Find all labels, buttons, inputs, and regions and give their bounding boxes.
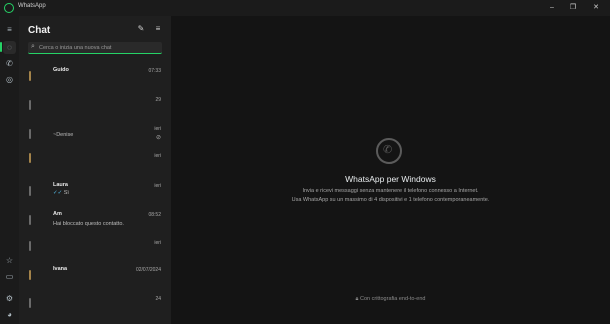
avatar bbox=[29, 186, 31, 196]
double-check-icon: ✓✓ bbox=[53, 190, 63, 196]
search-icon: ⌕ bbox=[31, 43, 35, 50]
welcome-panel: ✆ WhatsApp per Windows Invia e ricevi me… bbox=[171, 16, 610, 324]
welcome-line-2: Usa WhatsApp su un massimo di 4 disposit… bbox=[291, 197, 490, 203]
chat-time: ieri bbox=[154, 183, 161, 189]
chat-preview: Hai bloccato questo contatto. bbox=[53, 221, 124, 227]
calls-icon[interactable]: ✆ bbox=[3, 57, 16, 70]
chat-name: Laura bbox=[53, 182, 68, 188]
whatsapp-logo-icon: ✆ bbox=[376, 138, 402, 164]
search-input[interactable] bbox=[39, 43, 157, 53]
avatar bbox=[29, 298, 31, 308]
minimize-button[interactable]: – bbox=[545, 2, 559, 14]
chat-time: 08:52 bbox=[148, 212, 161, 218]
menu-icon[interactable]: ≡ bbox=[3, 23, 16, 36]
chat-time: 24 bbox=[155, 296, 161, 302]
new-chat-icon[interactable]: ✎ bbox=[136, 24, 146, 34]
chat-badge: 29 bbox=[155, 97, 161, 103]
chats-icon[interactable]: ◌ bbox=[3, 41, 16, 54]
starred-icon[interactable]: ☆ bbox=[3, 254, 16, 267]
welcome-title: WhatsApp per Windows bbox=[345, 174, 436, 184]
chat-row[interactable]: Ivana 02/07/2024 bbox=[19, 261, 171, 290]
chat-time: ieri bbox=[154, 240, 161, 246]
chat-row[interactable]: Guido 07:33 bbox=[19, 62, 171, 91]
chat-time: ieri bbox=[154, 153, 161, 159]
chat-row[interactable]: 29 bbox=[19, 91, 171, 120]
avatar bbox=[29, 129, 31, 139]
chat-preview-text: Sì bbox=[63, 190, 69, 196]
chat-list-title: Chat bbox=[28, 25, 51, 36]
chat-preview: ~Denise bbox=[53, 132, 74, 138]
chat-time: ieri bbox=[154, 126, 161, 132]
avatar bbox=[29, 153, 31, 163]
whatsapp-logo-icon bbox=[4, 3, 14, 13]
welcome-line-1: Invia e ricevi messaggi senza mantenere … bbox=[302, 188, 479, 194]
profile-icon[interactable]: ◕ bbox=[3, 308, 16, 321]
active-indicator bbox=[0, 42, 2, 52]
chat-preview: ✓✓ Sì bbox=[53, 190, 69, 196]
avatar bbox=[29, 71, 31, 81]
nav-rail: ≡ ◌ ✆ ◎ ☆ ▭ ⚙ ◕ bbox=[0, 16, 19, 324]
title-bar: WhatsApp – ❐ ✕ bbox=[0, 0, 610, 16]
archive-icon[interactable]: ▭ bbox=[3, 270, 16, 283]
avatar bbox=[29, 270, 31, 280]
chat-row[interactable]: Laura ieri ✓✓ Sì bbox=[19, 177, 171, 206]
chat-row[interactable]: Am 08:52 Hai bloccato questo contatto. bbox=[19, 206, 171, 235]
chat-row[interactable]: ieri bbox=[19, 232, 171, 261]
muted-icon: ⊘ bbox=[155, 135, 161, 141]
lock-icon: 🔒︎ bbox=[355, 296, 359, 302]
search-box[interactable]: ⌕ bbox=[28, 42, 162, 54]
encryption-note: 🔒︎ Con crittografia end-to-end bbox=[171, 296, 610, 303]
avatar bbox=[29, 215, 31, 225]
settings-icon[interactable]: ⚙ bbox=[3, 292, 16, 305]
chat-row[interactable]: 24 bbox=[19, 289, 171, 318]
app-title: WhatsApp bbox=[18, 3, 46, 9]
close-button[interactable]: ✕ bbox=[589, 2, 603, 14]
chat-list-pane: Chat ✎ ≡ ⌕ Guido 07:33 29 ieri ~Denise ⊘… bbox=[19, 16, 171, 324]
chat-time: 07:33 bbox=[148, 68, 161, 74]
maximize-button[interactable]: ❐ bbox=[566, 2, 580, 14]
filter-icon[interactable]: ≡ bbox=[153, 24, 163, 34]
chat-name: Guido bbox=[53, 67, 69, 73]
avatar bbox=[29, 241, 31, 251]
avatar bbox=[29, 100, 31, 110]
encryption-text: Con crittografia end-to-end bbox=[360, 296, 426, 302]
chat-name: Am bbox=[53, 211, 62, 217]
chat-row[interactable]: ieri bbox=[19, 144, 171, 173]
chat-time: 02/07/2024 bbox=[135, 267, 161, 273]
status-icon[interactable]: ◎ bbox=[3, 73, 16, 86]
chat-name: Ivana bbox=[53, 266, 68, 272]
